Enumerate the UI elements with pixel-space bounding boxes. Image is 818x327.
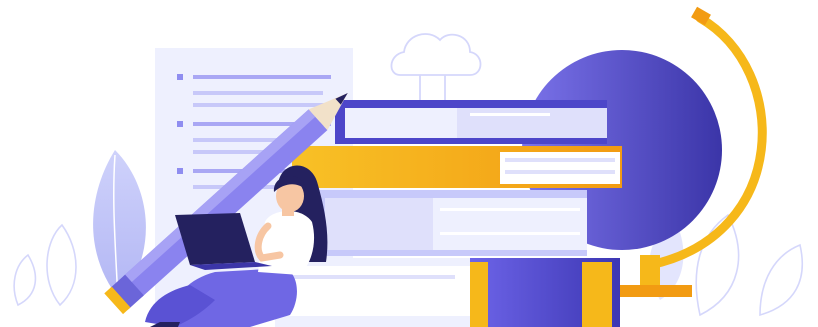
cloud-icon: [390, 33, 482, 110]
illustration-scene: [0, 0, 818, 327]
education-illustration: [13, 6, 804, 327]
